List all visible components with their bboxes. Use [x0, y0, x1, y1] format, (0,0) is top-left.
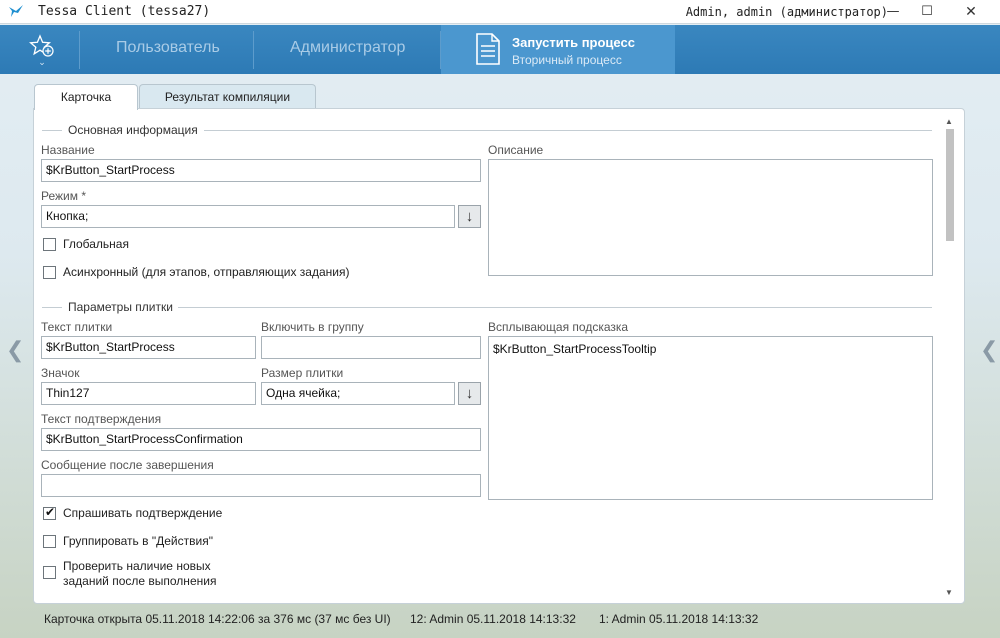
arrow-down-icon: ↓	[465, 208, 474, 225]
minimize-button[interactable]: —	[878, 0, 908, 24]
confirmation-label: Текст подтверждения	[41, 412, 162, 426]
top-navigation: ⌄ Пользователь Администратор Запустить п…	[0, 25, 1000, 74]
tile-size-label: Размер плитки	[261, 366, 344, 380]
document-icon	[476, 33, 500, 65]
tab-administrator[interactable]: Администратор	[290, 39, 405, 57]
ask-confirmation-checkbox[interactable]: ✔ Спрашивать подтверждение	[43, 505, 263, 522]
mode-label: Режим *	[41, 189, 86, 203]
section-tile-params: Параметры плитки	[42, 300, 932, 314]
confirmation-field[interactable]: $KrButton_StartProcessConfirmation	[41, 428, 481, 451]
current-user: Admin, admin (администратор)	[685, 5, 888, 19]
after-message-label: Сообщение после завершения	[41, 458, 214, 472]
active-tab-subtitle: Вторичный процесс	[512, 53, 622, 67]
tab-user[interactable]: Пользователь	[116, 39, 220, 57]
scroll-up-icon[interactable]: ▲	[945, 117, 953, 126]
maximize-button[interactable]: ☐	[912, 0, 942, 24]
section-title: Параметры плитки	[68, 300, 177, 314]
title-bar: Tessa Client (tessa27) Admin, admin (адм…	[0, 0, 1000, 24]
status-version-12: 12: Admin 05.11.2018 14:13:32	[410, 612, 576, 626]
mode-dropdown-button[interactable]: ↓	[458, 205, 481, 228]
tooltip-field[interactable]: $KrButton_StartProcessTooltip	[488, 336, 933, 500]
tile-text-field[interactable]: $KrButton_StartProcess	[41, 336, 256, 359]
status-bar: Карточка открыта 05.11.2018 14:22:06 за …	[33, 604, 965, 630]
tile-size-dropdown-button[interactable]: ↓	[458, 382, 481, 405]
nav-divider	[79, 31, 80, 69]
name-field[interactable]: $KrButton_StartProcess	[41, 159, 481, 182]
name-label: Название	[41, 143, 95, 157]
chevron-left-icon[interactable]: ❮	[980, 338, 998, 363]
tile-size-field[interactable]: Одна ячейка;	[261, 382, 455, 405]
description-label: Описание	[488, 143, 544, 157]
tile-text-label: Текст плитки	[41, 320, 113, 334]
chevron-down-icon: ⌄	[38, 57, 46, 67]
tessa-logo-icon	[8, 4, 24, 20]
scroll-thumb[interactable]	[946, 129, 954, 241]
status-version-1: 1: Admin 05.11.2018 14:13:32	[599, 612, 759, 626]
async-checkbox[interactable]: Асинхронный (для этапов, отправляющих за…	[43, 265, 363, 281]
check-new-tasks-checkbox[interactable]: Проверить наличие новых заданий после вып…	[43, 559, 263, 596]
tooltip-label: Всплывающая подсказка	[488, 320, 629, 334]
description-field[interactable]	[488, 159, 933, 276]
icon-label: Значок	[41, 366, 80, 380]
after-message-field[interactable]	[41, 474, 481, 497]
star-add-icon	[29, 34, 54, 57]
group-field[interactable]	[261, 336, 481, 359]
vertical-scrollbar[interactable]: ▲ ▼	[942, 113, 958, 599]
favorites-button[interactable]: ⌄	[22, 31, 62, 71]
close-button[interactable]: ✕	[956, 0, 986, 24]
icon-field[interactable]: Thin127	[41, 382, 256, 405]
section-main-info: Основная информация	[42, 123, 932, 137]
active-tab-title: Запустить процесс	[512, 35, 635, 50]
section-title: Основная информация	[68, 123, 202, 137]
checkmark-icon: ✔	[45, 505, 56, 519]
arrow-down-icon: ↓	[465, 385, 474, 402]
mode-field[interactable]: Кнопка;	[41, 205, 455, 228]
status-opened: Карточка открыта 05.11.2018 14:22:06 за …	[44, 612, 391, 626]
group-actions-checkbox[interactable]: Группировать в "Действия"	[43, 534, 263, 550]
tab-start-process[interactable]: Запустить процесс Вторичный процесс	[441, 25, 675, 74]
nav-divider	[253, 31, 254, 69]
window-title: Tessa Client (tessa27)	[38, 4, 211, 19]
scroll-down-icon[interactable]: ▼	[945, 588, 953, 597]
chevron-left-icon[interactable]: ❮	[6, 338, 24, 363]
tab-compile-result[interactable]: Результат компиляции	[139, 84, 316, 109]
group-label: Включить в группу	[261, 320, 364, 334]
tab-card[interactable]: Карточка	[34, 84, 138, 110]
global-checkbox[interactable]: Глобальная	[43, 237, 243, 253]
